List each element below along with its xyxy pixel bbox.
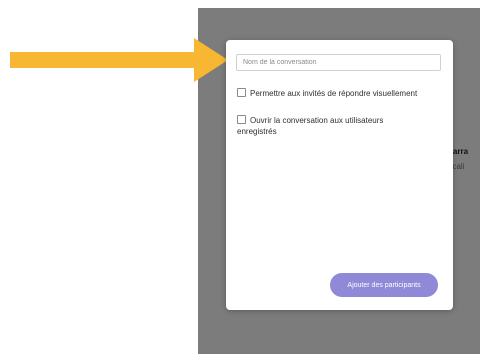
new-conversation-dialog: Permettre aux invités de répondre visuel… bbox=[226, 40, 453, 310]
screen: narra ecali Permettre aux invités de rép… bbox=[0, 0, 480, 354]
arrow-right-icon bbox=[10, 38, 228, 82]
option-open-to-registered[interactable]: Ouvrir la conversation aux utilisateurs … bbox=[237, 115, 387, 137]
arrow-shape bbox=[10, 38, 228, 82]
conversation-name-input[interactable] bbox=[236, 54, 441, 71]
guest-reply-label: Permettre aux invités de répondre visuel… bbox=[250, 89, 418, 98]
guest-reply-checkbox[interactable] bbox=[237, 88, 246, 97]
add-participants-button[interactable]: Ajouter des participants bbox=[330, 273, 438, 297]
registered-users-label: Ouvrir la conversation aux utilisateurs … bbox=[237, 116, 384, 136]
registered-users-checkbox[interactable] bbox=[237, 115, 246, 124]
option-guest-visual-reply[interactable]: Permettre aux invités de répondre visuel… bbox=[237, 88, 442, 99]
